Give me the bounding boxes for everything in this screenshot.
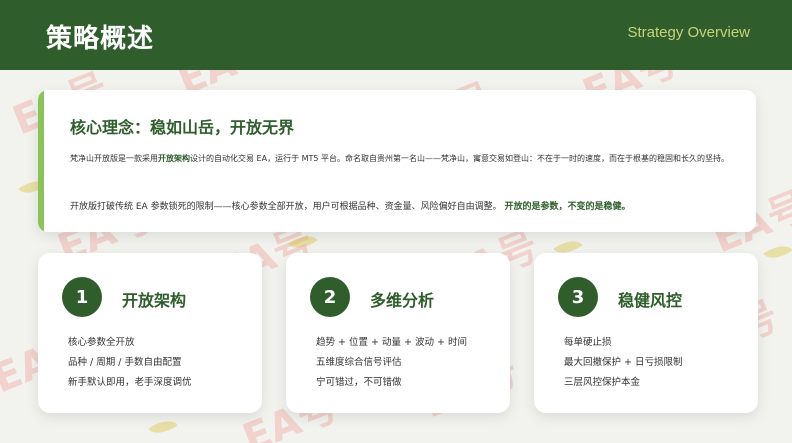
list-item: 核心参数全开放 bbox=[68, 337, 135, 348]
page-subtitle: Strategy Overview bbox=[627, 24, 750, 41]
list-item: 三层风控保护本金 bbox=[564, 377, 641, 388]
list-item: 趋势 + 位置 + 动量 + 波动 + 时间 bbox=[316, 337, 467, 348]
feature-number-badge: 1 bbox=[62, 277, 102, 317]
feature-title: 开放架构 bbox=[122, 291, 187, 310]
list-item: 品种 / 周期 / 手数自由配置 bbox=[68, 357, 182, 368]
list-item: 新手默认即用，老手深度调优 bbox=[68, 377, 192, 388]
intro-text: 设计的自动化交易 EA，运行于 MT5 平台。命名取自贵州第一名山——梵净山，寓… bbox=[190, 154, 730, 163]
feature-title: 稳健风控 bbox=[618, 291, 683, 310]
intro-highlight: 开放架构 bbox=[158, 154, 190, 163]
list-item: 五维度综合信号评估 bbox=[316, 357, 402, 368]
feature-number-badge: 2 bbox=[310, 277, 350, 317]
feature-card-risk-control: 3 稳健风控 每单硬止损 最大回撤保护 + 日亏损限制 三层风控保护本金 bbox=[534, 253, 758, 413]
feature-card-open-architecture: 1 开放架构 核心参数全开放 品种 / 周期 / 手数自由配置 新手默认即用，老… bbox=[38, 253, 262, 413]
card-accent-bar bbox=[38, 90, 44, 232]
feature-card-multi-dimensional-analysis: 2 多维分析 趋势 + 位置 + 动量 + 波动 + 时间 五维度综合信号评估 … bbox=[286, 253, 510, 413]
feature-list: 核心参数全开放 品种 / 周期 / 手数自由配置 新手默认即用，老手深度调优 bbox=[68, 333, 192, 393]
intro-text: 梵净山开放版是一款采用 bbox=[70, 154, 158, 163]
leaf-icon bbox=[763, 238, 792, 266]
list-item: 宁可错过，不可错做 bbox=[316, 377, 402, 388]
core-concept-title: 核心理念：稳如山岳，开放无界 bbox=[70, 118, 295, 137]
feature-title: 多维分析 bbox=[370, 291, 435, 310]
leaf-icon bbox=[288, 228, 318, 256]
feature-list: 每单硬止损 最大回撤保护 + 日亏损限制 三层风控保护本金 bbox=[564, 333, 683, 393]
detail-text: 开放版打破传统 EA 参数锁死的限制——核心参数全部开放，用户可根据品种、资金量… bbox=[70, 202, 502, 212]
core-concept-detail: 开放版打破传统 EA 参数锁死的限制——核心参数全部开放，用户可根据品种、资金量… bbox=[70, 200, 750, 214]
page-title: 策略概述 bbox=[46, 24, 155, 54]
list-item: 最大回撤保护 + 日亏损限制 bbox=[564, 357, 683, 368]
detail-highlight: 开放的是参数，不变的是稳健。 bbox=[504, 202, 631, 212]
leaf-icon bbox=[148, 413, 178, 441]
list-item: 每单硬止损 bbox=[564, 337, 612, 348]
feature-list: 趋势 + 位置 + 动量 + 波动 + 时间 五维度综合信号评估 宁可错过，不可… bbox=[316, 333, 467, 393]
header-bar: 策略概述 Strategy Overview bbox=[0, 0, 792, 70]
core-concept-card: 核心理念：稳如山岳，开放无界 梵净山开放版是一款采用开放架构设计的自动化交易 E… bbox=[38, 90, 756, 232]
core-concept-intro: 梵净山开放版是一款采用开放架构设计的自动化交易 EA，运行于 MT5 平台。命名… bbox=[70, 152, 730, 166]
feature-number-badge: 3 bbox=[558, 277, 598, 317]
